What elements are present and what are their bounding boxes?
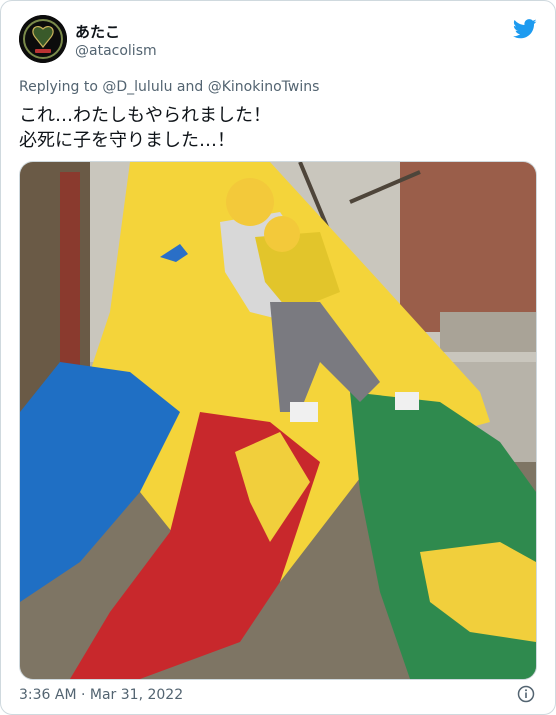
tweet-text-line: 必死に子を守りました…！ (19, 130, 235, 151)
reply-joiner: and (176, 79, 204, 95)
tweet-photo[interactable] (19, 161, 537, 680)
avatar[interactable] (19, 15, 67, 63)
user-handle[interactable]: @atacolism (75, 43, 157, 59)
reply-context: Replying to @D_lululu and @KinokinoTwins (19, 79, 319, 95)
tweet-card: あたこ @atacolism Replying to @D_lululu and… (0, 0, 556, 715)
tweet-text-line: これ…わたしもやられました！ (19, 105, 271, 126)
info-icon[interactable] (517, 685, 535, 703)
tweet-text: これ…わたしもやられました！ 必死に子を守りました…！ (19, 103, 271, 153)
reply-prefix: Replying to (19, 79, 98, 95)
mention-link[interactable]: @KinokinoTwins (208, 79, 320, 95)
twitter-bird-icon[interactable] (512, 19, 537, 39)
mention-link[interactable]: @D_lululu (102, 79, 172, 95)
tweet-timestamp[interactable]: 3:36 AM · Mar 31, 2022 (19, 687, 183, 703)
display-name[interactable]: あたこ (75, 21, 120, 42)
